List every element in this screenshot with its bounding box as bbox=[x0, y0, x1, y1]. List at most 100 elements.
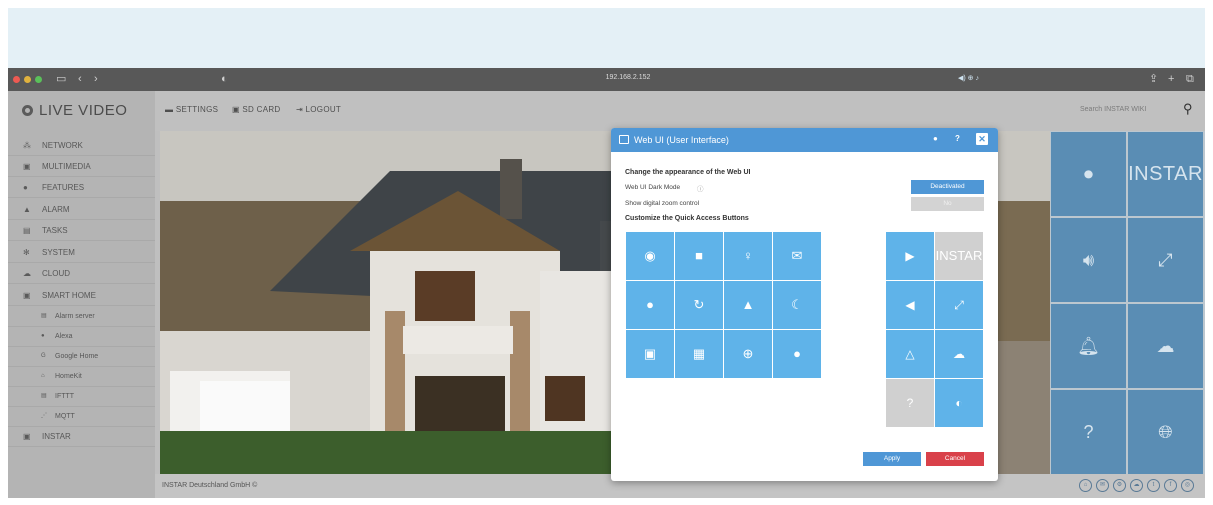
cancel-button[interactable]: Cancel bbox=[926, 452, 984, 466]
bell-icon: 🔔︎ bbox=[1077, 336, 1100, 356]
user-icon: ● bbox=[793, 346, 801, 361]
sidebar-item-alarm-server[interactable]: ▤ Alarm server bbox=[8, 306, 155, 327]
sidebar-item-ifttt[interactable]: ▤ IFTTT bbox=[8, 386, 155, 407]
tabs-overview-icon[interactable]: ⧉ bbox=[1186, 72, 1194, 86]
sidebar-item-mqtt[interactable]: ⋰ MQTT bbox=[8, 406, 155, 427]
help-icon[interactable]: ? bbox=[955, 134, 960, 143]
qa-night-button[interactable]: ☾ bbox=[773, 281, 821, 329]
live-video-logo[interactable]: LIVE VIDEO bbox=[8, 91, 155, 131]
image-icon: ▣ bbox=[23, 162, 31, 171]
qa-preview-help[interactable]: ? bbox=[886, 379, 934, 427]
search-icon[interactable]: ⚲ bbox=[1183, 101, 1193, 117]
section-heading-quick-access: Customize the Quick Access Buttons bbox=[625, 215, 749, 222]
qa-camera-button[interactable]: ◉ bbox=[626, 232, 674, 280]
qa-mail-button[interactable]: ✉ bbox=[773, 232, 821, 280]
apply-button[interactable]: Apply bbox=[863, 452, 921, 466]
settings-menu[interactable]: ▬ SETTINGS bbox=[165, 105, 218, 114]
logo-text: LIVE VIDEO bbox=[39, 102, 128, 119]
privacy-icon[interactable]: ◐ bbox=[221, 72, 228, 86]
social-icon-4[interactable]: ☁ bbox=[1130, 479, 1143, 492]
darkmode-toggle[interactable]: Deactivated bbox=[911, 180, 984, 194]
search-input[interactable]: Search INSTAR WIKI bbox=[1080, 106, 1146, 113]
sidebar-item-label: Alexa bbox=[55, 333, 73, 340]
back-icon[interactable]: ‹ bbox=[78, 72, 82, 86]
web-ui-dialog: Web UI (User Interface) ● ? ✕ Change the… bbox=[611, 128, 998, 481]
forward-icon[interactable]: › bbox=[94, 72, 98, 86]
quick-access-panel: ⏺ INSTAR 🔊︎ ⤢ 🔔︎ ☁ ? 🌐︎ bbox=[1050, 131, 1205, 474]
cloud-button[interactable]: ☁ bbox=[1128, 304, 1203, 388]
sidebar-item-google-home[interactable]: G Google Home bbox=[8, 346, 155, 367]
sidebar-item-homekit[interactable]: ⌂ HomeKit bbox=[8, 366, 155, 387]
sidebar-item-cloud[interactable]: ☁ CLOUD bbox=[8, 263, 155, 284]
zoom-toggle[interactable]: No bbox=[911, 197, 984, 211]
sidebar-item-alexa[interactable]: ● Alexa bbox=[8, 326, 155, 347]
sidebar-item-features[interactable]: ● FEATURES bbox=[8, 177, 155, 198]
qa-video-button[interactable]: ■ bbox=[675, 232, 723, 280]
browser-window: ▭ ‹ › ◐ 192.168.2.152 ◀) ⊕ ♪ ⇪ + ⧉ LIVE … bbox=[8, 68, 1205, 498]
close-window-button[interactable] bbox=[13, 76, 20, 83]
qa-preview-audio[interactable]: ◀ bbox=[886, 281, 934, 329]
expand-icon: ⤢ bbox=[1158, 250, 1173, 270]
sidebar-item-instar[interactable]: ▣ INSTAR bbox=[8, 426, 155, 447]
sidebar-toggle-icon[interactable]: ▭ bbox=[56, 72, 66, 86]
sidebar-item-network[interactable]: ⁂ NETWORK bbox=[8, 135, 155, 156]
qa-chat-button[interactable]: ● bbox=[626, 281, 674, 329]
help-button[interactable]: ? bbox=[1051, 390, 1126, 474]
qa-zoom-button[interactable]: ⊕ bbox=[724, 330, 772, 378]
minimize-window-button[interactable] bbox=[24, 76, 31, 83]
chat-icon: ● bbox=[41, 333, 45, 339]
maximize-window-button[interactable] bbox=[35, 76, 42, 83]
sidebar-item-label: NETWORK bbox=[42, 141, 83, 150]
sd-card-menu[interactable]: ▣ SD CARD bbox=[232, 105, 281, 114]
briefcase-icon: ▬ bbox=[165, 105, 176, 114]
social-icon-1[interactable]: ⌂ bbox=[1079, 479, 1092, 492]
expand-icon: ⤢ bbox=[954, 298, 964, 312]
audio-button[interactable]: 🔊︎ bbox=[1051, 218, 1126, 302]
alarm-button[interactable]: 🔔︎ bbox=[1051, 304, 1126, 388]
refresh-icon: ↻ bbox=[693, 297, 705, 312]
info-icon[interactable]: ⓘ bbox=[697, 183, 704, 193]
social-icon-3[interactable]: ⚙ bbox=[1113, 479, 1126, 492]
qa-preview-alarm[interactable]: △ bbox=[886, 330, 934, 378]
chat-icon: ● bbox=[646, 297, 654, 312]
logout-icon: ⇥ bbox=[296, 105, 306, 114]
close-icon[interactable]: ✕ bbox=[976, 133, 988, 145]
chat-icon[interactable]: ● bbox=[933, 134, 938, 143]
qa-preview-fullscreen[interactable]: ⤢ bbox=[935, 281, 983, 329]
social-icon-2[interactable]: ✉ bbox=[1096, 479, 1109, 492]
qa-preview-web[interactable]: ◐ bbox=[935, 379, 983, 427]
audio-indicator[interactable]: ◀) ⊕ ♪ bbox=[958, 74, 979, 82]
dot-icon: ● bbox=[23, 183, 28, 192]
darkmode-label: Web UI Dark Mode bbox=[625, 184, 681, 191]
sidebar-item-system[interactable]: ✻ SYSTEM bbox=[8, 242, 155, 263]
qa-preview-play[interactable]: ▶ bbox=[886, 232, 934, 280]
video-icon: ■ bbox=[695, 248, 703, 263]
twitter-icon[interactable]: t bbox=[1147, 479, 1160, 492]
sidebar-item-label: ALARM bbox=[42, 205, 70, 214]
share-icon[interactable]: ⇪ bbox=[1149, 72, 1158, 86]
sidebar-item-tasks[interactable]: ▤ TASKS bbox=[8, 220, 155, 241]
qa-frame-button[interactable]: ▣ bbox=[626, 330, 674, 378]
qa-refresh-button[interactable]: ↻ bbox=[675, 281, 723, 329]
cloud-icon: ☁ bbox=[953, 347, 965, 361]
facebook-icon[interactable]: f bbox=[1164, 479, 1177, 492]
web-button[interactable]: 🌐︎ bbox=[1128, 390, 1203, 474]
logout-menu[interactable]: ⇥ LOGOUT bbox=[296, 105, 341, 114]
stop-button[interactable]: ⏺ bbox=[1051, 132, 1126, 216]
fullscreen-button[interactable]: ⤢ bbox=[1128, 218, 1203, 302]
qa-bag-button[interactable]: ▲ bbox=[724, 281, 772, 329]
instagram-icon[interactable]: ◎ bbox=[1181, 479, 1194, 492]
address-bar[interactable]: 192.168.2.152 bbox=[528, 74, 728, 81]
sidebar-item-alarm[interactable]: ▲ ALARM bbox=[8, 199, 155, 220]
smarthome-icon: ▣ bbox=[23, 291, 31, 300]
qa-preview-cloud[interactable]: ☁ bbox=[935, 330, 983, 378]
sidebar-item-label: MULTIMEDIA bbox=[42, 162, 91, 171]
qa-user-button[interactable]: ● bbox=[773, 330, 821, 378]
sidebar-item-multimedia[interactable]: ▣ MULTIMEDIA bbox=[8, 156, 155, 177]
sidebar-item-smart-home[interactable]: ▣ SMART HOME bbox=[8, 285, 155, 306]
new-tab-icon[interactable]: + bbox=[1168, 72, 1174, 86]
browser-toolbar: ▭ ‹ › ◐ 192.168.2.152 ◀) ⊕ ♪ ⇪ + ⧉ bbox=[8, 68, 1205, 91]
qa-light-button[interactable]: ♀ bbox=[724, 232, 772, 280]
qa-grid-button[interactable]: ▦ bbox=[675, 330, 723, 378]
bell-icon: ▲ bbox=[23, 205, 31, 214]
